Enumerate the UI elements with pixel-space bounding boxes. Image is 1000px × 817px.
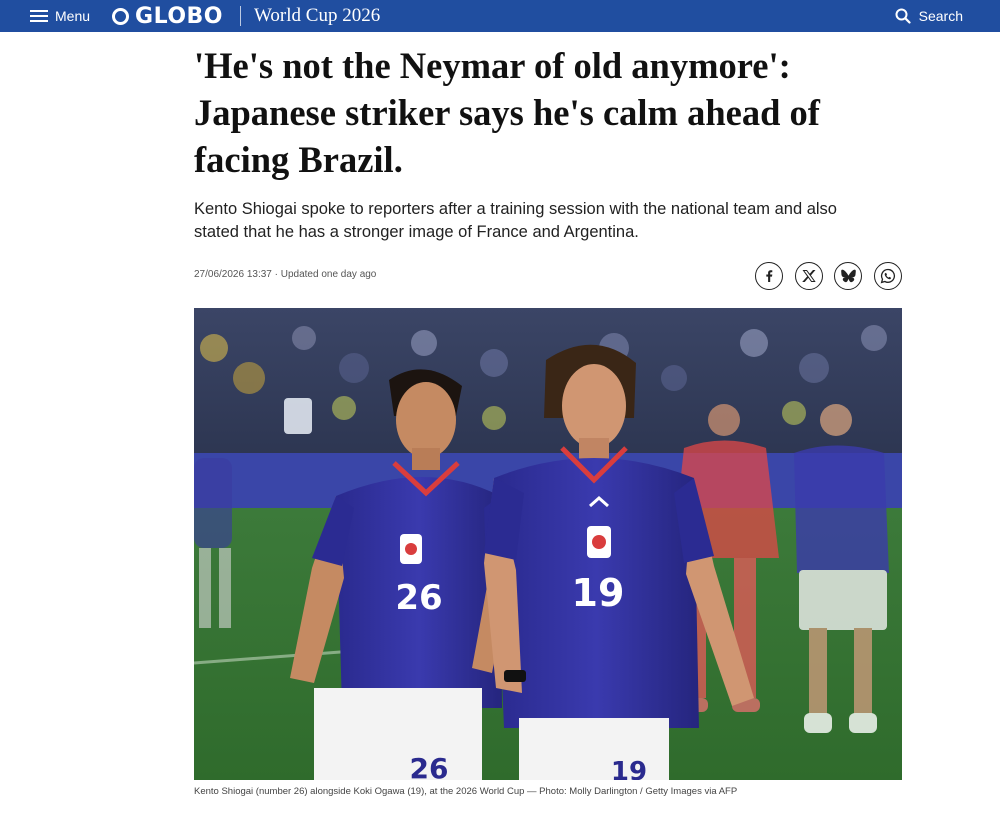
search-button[interactable]: Search <box>895 0 963 32</box>
header-divider <box>240 6 241 26</box>
search-icon <box>895 8 911 24</box>
article-subtitle: Kento Shiogai spoke to reporters after a… <box>194 200 837 241</box>
share-x-button[interactable] <box>794 262 823 290</box>
player-right-number: 19 <box>572 571 625 615</box>
article-photo: 26 26 19 19 <box>194 308 902 780</box>
search-label: Search <box>918 8 963 24</box>
whatsapp-icon <box>880 268 895 284</box>
article-headline: 'He's not the Neymar of old anymore': Ja… <box>194 45 820 180</box>
top-nav-bar: Menu GLOBO World Cup 2026 Search <box>0 0 1000 32</box>
logo-circle-icon <box>112 7 130 25</box>
x-icon <box>801 270 816 282</box>
photo-caption: Kento Shiogai (number 26) alongside Koki… <box>194 786 738 797</box>
bluesky-icon <box>840 269 856 283</box>
share-whatsapp-button[interactable] <box>873 262 902 290</box>
article-timestamp: 27/06/2026 13:37 · Updated one day ago <box>194 269 377 280</box>
share-bluesky-button[interactable] <box>834 262 862 290</box>
facebook-icon <box>766 270 773 282</box>
hamburger-icon <box>30 9 48 23</box>
player-left-shorts-number: 26 <box>410 752 449 780</box>
share-facebook-button[interactable] <box>755 262 783 290</box>
player-left-number: 26 <box>395 578 442 618</box>
photo-illustration: 26 26 19 19 <box>194 308 902 780</box>
site-logo[interactable]: GLOBO <box>112 4 223 29</box>
menu-button[interactable]: Menu <box>30 8 90 24</box>
share-bar <box>755 262 902 290</box>
logo-text: GLOBO <box>135 3 223 29</box>
menu-label: Menu <box>55 8 91 24</box>
section-link[interactable]: World Cup 2026 <box>254 5 380 27</box>
player-right-shorts-number: 19 <box>611 757 647 780</box>
